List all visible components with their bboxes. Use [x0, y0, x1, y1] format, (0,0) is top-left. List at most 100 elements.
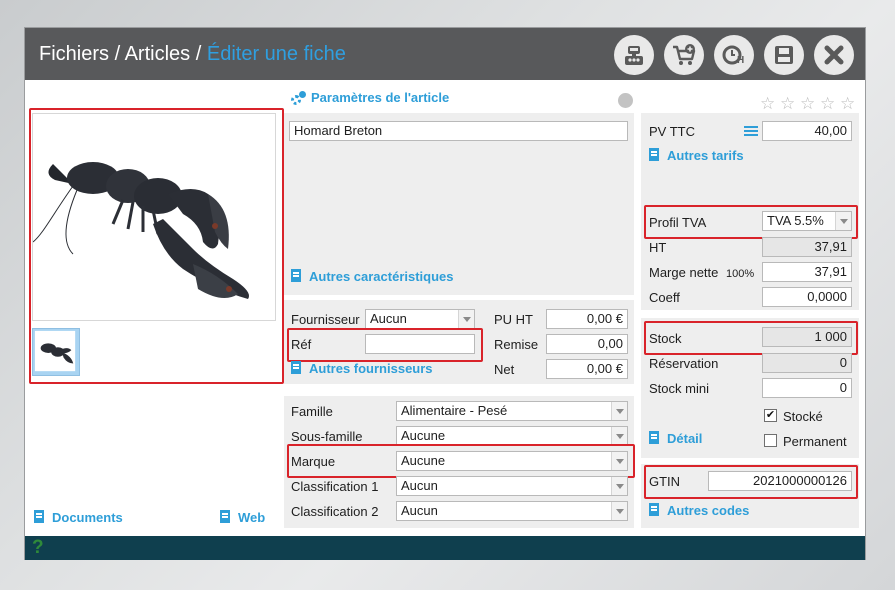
save-icon: [775, 46, 793, 64]
title-bar: Fichiers / Articles / Éditer une fiche H: [25, 28, 865, 80]
chevron-down-icon: [611, 477, 627, 495]
rating-star-icon[interactable]: ☆: [840, 94, 855, 114]
cart-plus-icon: [673, 44, 696, 65]
scale-button[interactable]: [614, 35, 654, 75]
document-icon: [220, 510, 232, 525]
autres-codes-label: Autres codes: [667, 503, 750, 518]
marge-nette-text: Marge nette: [649, 265, 719, 280]
stock-mini-label: Stock mini: [649, 381, 709, 396]
marque-select[interactable]: Aucune: [396, 451, 628, 471]
pu-ht-input[interactable]: 0,00 €: [546, 309, 628, 329]
net-input[interactable]: 0,00 €: [546, 359, 628, 379]
class1-select[interactable]: Aucun: [396, 476, 628, 496]
coeff-input[interactable]: 0,0000: [762, 287, 852, 307]
profil-tva-value: TVA 5.5%: [767, 213, 824, 228]
params-title: Paramètres de l'article: [311, 90, 450, 105]
ht-label: HT: [649, 240, 667, 255]
breadcrumb-articles[interactable]: Articles: [125, 43, 191, 65]
breadcrumb-current: Éditer une fiche: [206, 43, 346, 65]
class1-label: Classification 1: [291, 479, 379, 494]
stocke-checkbox[interactable]: ✔: [764, 409, 777, 422]
stock-mini-input[interactable]: 0: [762, 378, 852, 398]
documents-link[interactable]: Documents: [34, 510, 123, 525]
famille-label: Famille: [291, 404, 333, 419]
autres-fournisseurs-link[interactable]: Autres fournisseurs: [291, 361, 433, 376]
sousfamille-value: Aucune: [401, 428, 446, 443]
reservation-value: 0: [762, 353, 852, 373]
fournisseur-select[interactable]: Aucun: [365, 309, 475, 329]
gtin-input[interactable]: 2021000000126: [708, 471, 852, 491]
famille-value: Alimentaire - Pesé: [401, 403, 508, 418]
coeff-label: Coeff: [649, 290, 680, 305]
document-icon: [649, 431, 661, 446]
ref-input[interactable]: [365, 334, 475, 354]
document-icon: [34, 510, 46, 525]
rating-star-icon[interactable]: ☆: [800, 94, 815, 114]
autres-fournisseurs-label: Autres fournisseurs: [309, 361, 433, 376]
save-button[interactable]: [764, 35, 804, 75]
document-icon: [649, 148, 661, 163]
permanent-checkbox[interactable]: [764, 434, 777, 447]
lobster-thumbnail-image: [34, 330, 76, 372]
remise-label: Remise: [494, 337, 539, 352]
documents-label: Documents: [52, 510, 123, 525]
breadcrumb-separator: /: [114, 43, 121, 65]
breadcrumb: Fichiers / Articles / Éditer une fiche: [39, 43, 346, 66]
chevron-down-icon: [458, 310, 474, 328]
class2-label: Classification 2: [291, 504, 379, 519]
document-icon: [291, 361, 303, 376]
sousfamille-label: Sous-famille: [291, 429, 363, 444]
fournisseur-label: Fournisseur: [291, 312, 360, 327]
image-thumbnail[interactable]: [32, 328, 80, 376]
ref-label: Réf: [291, 337, 312, 352]
marque-value: Aucune: [401, 453, 446, 468]
autres-tarifs-link[interactable]: Autres tarifs: [649, 148, 744, 163]
chevron-down-icon: [611, 452, 627, 470]
autres-codes-link[interactable]: Autres codes: [649, 503, 749, 518]
fournisseur-value: Aucun: [370, 311, 407, 326]
close-icon: [824, 45, 844, 65]
help-button[interactable]: ?: [32, 537, 44, 559]
reservation-label: Réservation: [649, 356, 719, 371]
product-image-frame[interactable]: [32, 113, 276, 321]
close-button[interactable]: [814, 35, 854, 75]
stock-label: Stock: [649, 331, 682, 346]
sousfamille-select[interactable]: Aucune: [396, 426, 628, 446]
detail-link[interactable]: Détail: [649, 431, 702, 446]
web-link[interactable]: Web: [220, 510, 265, 525]
add-to-cart-button[interactable]: [664, 35, 704, 75]
profil-tva-label: Profil TVA: [649, 215, 707, 230]
autres-caracteristiques-link[interactable]: Autres caractéristiques: [291, 269, 454, 284]
class2-select[interactable]: Aucun: [396, 501, 628, 521]
class1-value: Aucun: [401, 478, 438, 493]
stock-value: 1 000: [762, 327, 852, 347]
detail-label: Détail: [667, 431, 703, 446]
class2-value: Aucun: [401, 503, 438, 518]
document-icon: [649, 503, 661, 518]
gtin-label: GTIN: [649, 474, 681, 489]
marge-nette-input[interactable]: 37,91: [762, 262, 852, 282]
ht-value: 37,91: [762, 237, 852, 257]
breadcrumb-fichiers[interactable]: Fichiers: [39, 43, 109, 65]
marque-label: Marque: [291, 454, 336, 469]
status-indicator: [618, 93, 633, 108]
pv-ttc-label: PV TTC: [649, 124, 695, 139]
rating-star-icon[interactable]: ☆: [760, 94, 775, 114]
rating-star-icon[interactable]: ☆: [780, 94, 795, 114]
remise-input[interactable]: 0,00: [546, 334, 628, 354]
famille-select[interactable]: Alimentaire - Pesé: [396, 401, 628, 421]
history-button[interactable]: H: [714, 35, 754, 75]
params-header: Paramètres de l'article: [291, 90, 449, 105]
chevron-down-icon: [835, 212, 851, 230]
article-name-input[interactable]: Homard Breton: [289, 121, 628, 141]
list-icon[interactable]: [744, 126, 758, 136]
scale-icon: [625, 46, 643, 65]
profil-tva-select[interactable]: TVA 5.5%: [762, 211, 852, 231]
stocke-label: Stocké: [783, 409, 823, 424]
chevron-down-icon: [611, 502, 627, 520]
net-label: Net: [494, 362, 515, 377]
pv-ttc-input[interactable]: 40,00: [762, 121, 852, 141]
chevron-down-icon: [611, 402, 627, 420]
marge-pct: 100%: [726, 268, 755, 280]
rating-star-icon[interactable]: ☆: [820, 94, 835, 114]
